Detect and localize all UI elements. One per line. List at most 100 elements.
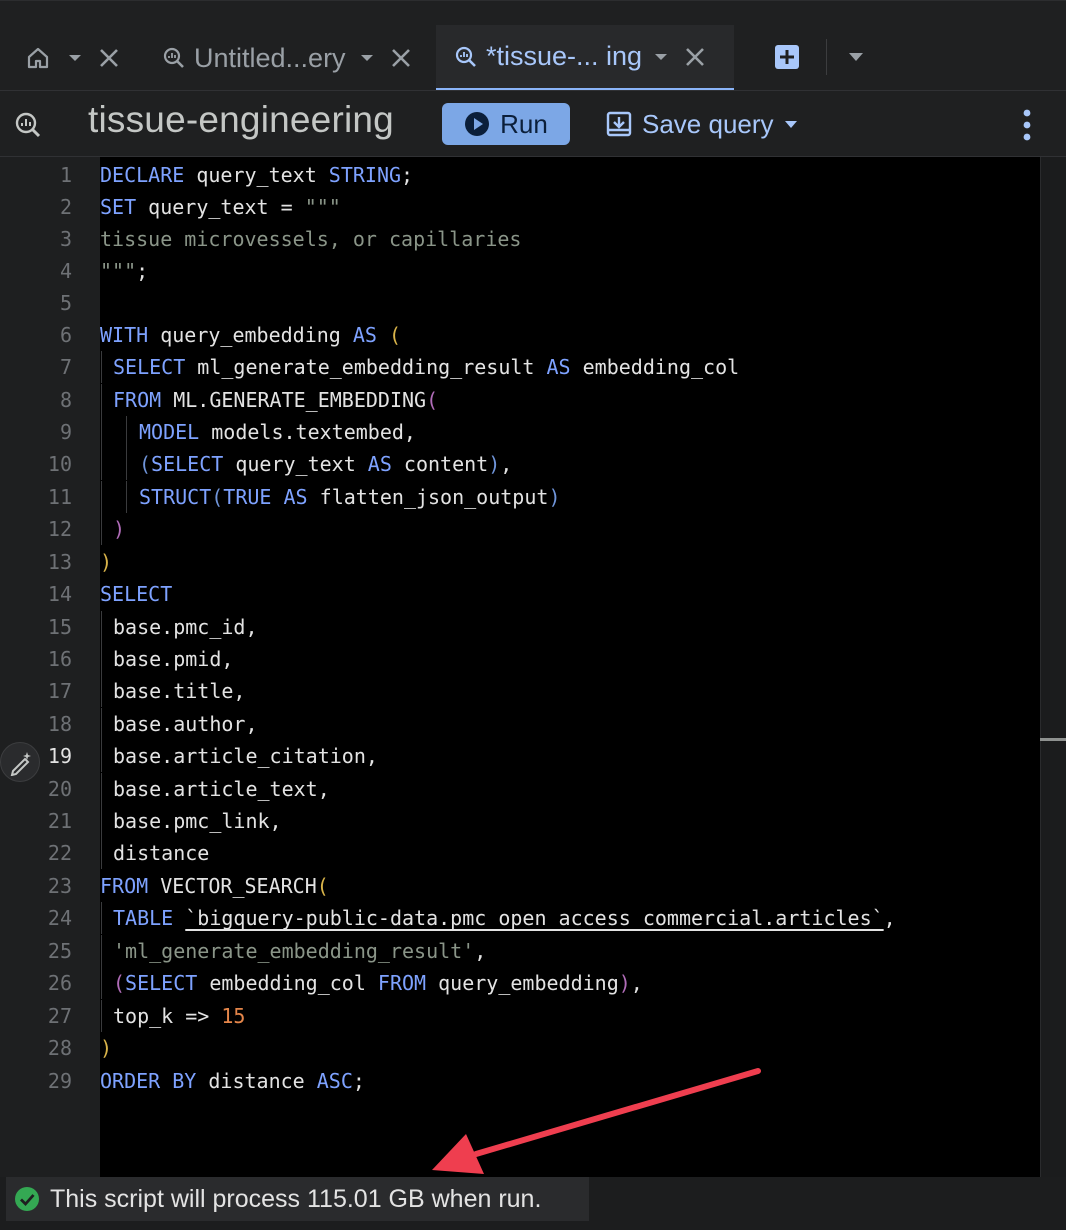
line-number: 22 <box>47 841 72 865</box>
line-number: 17 <box>47 679 72 703</box>
indent-guide <box>101 416 102 448</box>
status-bar: This script will process 115.01 GB when … <box>0 1177 1066 1230</box>
chevron-down-icon[interactable] <box>360 53 374 63</box>
code-line: 17 base.title, <box>0 675 1040 707</box>
run-button[interactable]: Run <box>442 103 570 145</box>
query-icon <box>14 111 42 139</box>
line-code: base.title, <box>113 679 246 703</box>
line-code: MODEL models.textembed, <box>139 420 416 444</box>
line-code: STRUCT(TRUE AS flatten_json_output) <box>139 485 561 509</box>
line-code: FROM ML.GENERATE_EMBEDDING( <box>113 388 439 412</box>
indent-guide <box>101 384 102 416</box>
line-number: 13 <box>47 550 72 574</box>
code-line: 29 ORDER BY distance ASC; <box>0 1065 1040 1097</box>
tab-label: *tissue-... ing <box>486 41 643 71</box>
indent-guide <box>101 837 102 869</box>
run-button-label: Run <box>500 108 548 139</box>
code-line: 9 MODEL models.textembed, <box>0 416 1040 448</box>
close-icon[interactable] <box>684 46 706 68</box>
line-code: SET query_text = """ <box>100 195 341 219</box>
line-number: 15 <box>47 615 72 639</box>
tab-home[interactable] <box>14 25 126 91</box>
line-code: base.pmc_id, <box>113 615 258 639</box>
query-title[interactable]: tissue-engineering <box>88 99 394 141</box>
line-number: 1 <box>59 163 72 187</box>
chevron-down-icon[interactable] <box>848 52 864 62</box>
indent-guide <box>101 351 102 383</box>
code-line: 26 (SELECT embedding_col FROM query_embe… <box>0 967 1040 999</box>
line-code: (SELECT embedding_col FROM query_embeddi… <box>113 971 643 995</box>
line-code: ) <box>100 550 113 574</box>
line-number: 9 <box>59 420 72 444</box>
line-code: SELECT <box>100 582 173 606</box>
close-icon[interactable] <box>98 47 120 69</box>
new-tab-plus-icon[interactable] <box>774 44 800 70</box>
line-code: base.author, <box>113 712 258 736</box>
code-line: 5 <box>0 287 1040 319</box>
line-code: (SELECT query_text AS content), <box>139 452 513 476</box>
line-code: TABLE `bigquery-public-data.pmc_open_acc… <box>113 906 896 930</box>
line-number: 19 <box>47 744 72 768</box>
more-vert-icon[interactable] <box>1020 107 1034 143</box>
home-icon <box>26 46 50 70</box>
indent-guide <box>101 513 102 545</box>
chevron-down-icon[interactable] <box>654 52 668 62</box>
tab-label: Untitled...ery <box>194 42 346 73</box>
code-line: 3 tissue microvessels, or capillaries <box>0 223 1040 255</box>
line-code: ORDER BY distance ASC; <box>100 1069 365 1093</box>
code-line: 7 SELECT ml_generate_embedding_result AS… <box>0 351 1040 383</box>
tab-untitled-query[interactable]: Untitled...ery <box>160 25 422 91</box>
line-number: 2 <box>59 195 72 219</box>
editor-scrollbar[interactable] <box>1040 157 1066 1177</box>
query-icon <box>162 46 186 70</box>
line-code: base.pmc_link, <box>113 809 282 833</box>
code-editor[interactable]: 1 DECLARE query_text STRING; 2 SET query… <box>0 157 1066 1177</box>
line-code: tissue microvessels, or capillaries <box>100 227 522 251</box>
line-number: 28 <box>47 1036 72 1060</box>
line-number: 18 <box>47 712 72 736</box>
code-line: 1 DECLARE query_text STRING; <box>0 159 1040 191</box>
code-line: 12 ) <box>0 513 1040 545</box>
line-number: 12 <box>47 517 72 541</box>
indent-guide <box>101 643 102 675</box>
line-number: 16 <box>47 647 72 671</box>
indent-guide <box>101 967 102 999</box>
indent-guide <box>101 611 102 643</box>
code-line: 28 ) <box>0 1032 1040 1064</box>
line-code: """; <box>100 259 149 283</box>
check-circle-icon <box>14 1186 40 1212</box>
close-icon[interactable] <box>390 47 412 69</box>
indent-guide <box>101 708 102 740</box>
code-line: 8 FROM ML.GENERATE_EMBEDDING( <box>0 384 1040 416</box>
line-number: 21 <box>47 809 72 833</box>
line-number: 4 <box>59 259 72 283</box>
line-code: base.article_text, <box>113 777 330 801</box>
line-number: 5 <box>59 291 72 315</box>
query-icon <box>454 45 478 69</box>
line-code: DECLARE query_text STRING; <box>100 163 414 187</box>
line-number: 3 <box>59 227 72 251</box>
tab-tissue-engineering[interactable]: *tissue-... ing <box>436 25 734 91</box>
line-code: ) <box>113 517 126 541</box>
indent-guide <box>101 1000 102 1032</box>
line-number: 29 <box>47 1069 72 1093</box>
code-line: 22 distance <box>0 837 1040 869</box>
line-code: base.pmid, <box>113 647 234 671</box>
code-line: 25 'ml_generate_embedding_result', <box>0 935 1040 967</box>
indent-guide <box>101 740 102 772</box>
line-number: 27 <box>47 1004 72 1028</box>
chevron-down-icon <box>784 120 798 129</box>
code-line: 21 base.pmc_link, <box>0 805 1040 837</box>
status-message: This script will process 115.01 GB when … <box>50 1184 542 1213</box>
line-code: WITH query_embedding AS ( <box>100 323 402 347</box>
chevron-down-icon[interactable] <box>68 53 82 63</box>
save-query-button[interactable]: Save query <box>606 103 798 145</box>
indent-guide <box>126 448 127 480</box>
line-number: 25 <box>47 939 72 963</box>
line-code: FROM VECTOR_SEARCH( <box>100 874 329 898</box>
play-icon <box>464 111 490 137</box>
code-line: 18 base.author, <box>0 708 1040 740</box>
line-code: SELECT ml_generate_embedding_result AS e… <box>113 355 740 379</box>
line-number: 10 <box>47 452 72 476</box>
indent-guide <box>101 448 102 480</box>
